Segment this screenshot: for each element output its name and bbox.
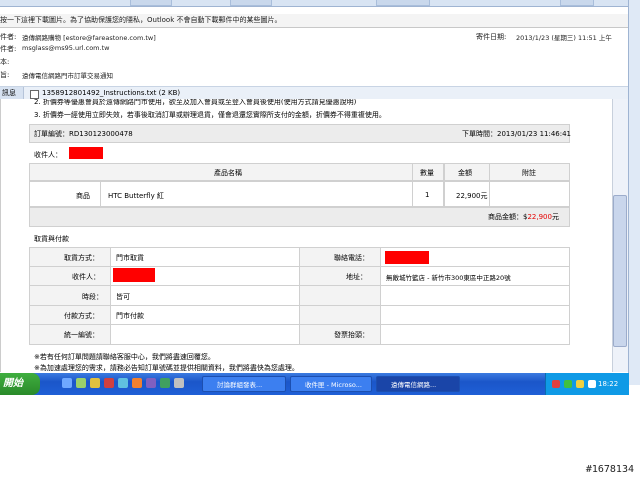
toolbar-tab[interactable] — [130, 0, 172, 6]
notice-line-2: 2. 折價券等優惠會員於遠傳網路門市使用，欲至及加入會員或至登入會員後使用(使用… — [34, 99, 357, 106]
sent-value: 2013/1/23 (星期三) 11:51 上午 — [516, 34, 612, 42]
window-edge — [628, 0, 640, 385]
to-value[interactable]: msglass@ms95.url.com.tw — [22, 44, 109, 52]
recipient-label: 收件人： — [34, 151, 62, 159]
total-unit: 元 — [551, 213, 559, 221]
toolbar-tab[interactable] — [560, 0, 594, 6]
file-icon — [30, 90, 39, 99]
address-label: 地址： — [346, 273, 367, 281]
method-label: 取貨方式： — [64, 254, 99, 262]
from-label: 件者: — [0, 33, 17, 41]
col-qty: 數量 — [420, 169, 434, 177]
col-product-name: 產品名稱 — [214, 169, 242, 177]
quicklaunch-icon[interactable] — [76, 378, 86, 388]
invoice-label: 發票抬頭： — [334, 331, 369, 339]
toolbar-strip — [0, 0, 640, 7]
image-download-infobar[interactable]: 按一下這裡下載圖片。為了協助保護您的隱私，Outlook 不會自動下載郵件中的某… — [0, 14, 630, 28]
toolbar-tab[interactable] — [376, 0, 430, 6]
order-number: 訂單編號：RD130123000478 — [34, 130, 133, 138]
taskbar-button-fareastone[interactable]: 遠傳電信網路... — [376, 376, 460, 392]
quicklaunch-icon[interactable] — [174, 378, 184, 388]
toolbar-tab[interactable] — [230, 0, 272, 6]
from-value[interactable]: 遠傳網路購物 [estore@fareastone.com.tw] — [22, 32, 156, 42]
redacted-recipient-2 — [113, 268, 155, 282]
notice-line-3: 3. 折價券一經使用立即失效，若事後取消訂單或辦理退貨，僅會退還您實際所支付的金… — [34, 111, 386, 119]
taskbar-button-forum[interactable]: 討論群組發表... — [202, 376, 286, 392]
pickup-section-title: 取貨與付款 — [34, 235, 69, 243]
period-label: 時段： — [82, 293, 103, 301]
footer-note: ※若有任何訂單問題請聯絡客服中心，我們將盡速回覆您。 — [34, 353, 215, 361]
quicklaunch-icon[interactable] — [118, 378, 128, 388]
subject-label: 旨: — [0, 71, 10, 79]
tray-icon[interactable] — [576, 380, 584, 388]
taskbar-button-inbox[interactable]: 收件匣 - Microso... — [290, 376, 372, 392]
volume-icon[interactable] — [588, 380, 596, 388]
redacted-phone — [385, 251, 429, 264]
clock[interactable]: 18:22 — [598, 373, 618, 395]
col-note: 附註 — [522, 169, 536, 177]
tray-icon[interactable] — [552, 380, 560, 388]
address-value: 無敵城竹籃店 - 新竹市300東區中正路20號 — [386, 274, 511, 282]
start-button[interactable]: 開始 — [0, 373, 40, 395]
period-value: 皆可 — [116, 293, 130, 301]
col-amount: 金額 — [458, 169, 472, 177]
to-label: 件者: — [0, 45, 17, 53]
folder-icon[interactable] — [90, 378, 100, 388]
tray-icon[interactable] — [564, 380, 572, 388]
redacted-recipient — [69, 147, 103, 159]
footer-note-2: ※為加速處理您的需求，請務必告知訂單號碼並提供相關資料，我們將盡快為您處理。 — [34, 364, 299, 372]
cc-label: 本: — [0, 58, 10, 66]
pickup-row-divider — [29, 305, 570, 325]
media-icon[interactable] — [104, 378, 114, 388]
recipient2-label: 收件人： — [72, 273, 100, 281]
sent-label: 寄件日期: — [476, 33, 507, 41]
watermark: #1678134 — [585, 464, 634, 475]
row-type-cell — [29, 181, 101, 207]
payment-label: 付款方式： — [64, 312, 99, 320]
payment-value: 門市付款 — [116, 312, 144, 320]
total-value: 22,900 — [527, 213, 552, 221]
total-label: 商品金額：$ — [488, 213, 528, 221]
ie-icon[interactable] — [62, 378, 72, 388]
row-amount: 22,900元 — [456, 192, 488, 200]
scrollbar-thumb[interactable] — [613, 195, 627, 347]
row-product-name: HTC Butterfly 紅 — [108, 192, 164, 200]
total-amount: 商品金額：$22,900元 — [488, 212, 559, 222]
quicklaunch-icon[interactable] — [146, 378, 156, 388]
quicklaunch-icon[interactable] — [132, 378, 142, 388]
subject-value: 遠傳電信網路門市訂單交易通知 — [22, 72, 113, 80]
method-value: 門市取貨 — [116, 254, 144, 262]
row-qty: 1 — [425, 191, 430, 199]
quicklaunch-icon[interactable] — [160, 378, 170, 388]
taxid-label: 統一編號： — [64, 331, 99, 339]
row-type: 商品 — [76, 192, 90, 200]
phone-label: 聯絡電話： — [334, 254, 369, 262]
order-time: 下單時間：2013/01/23 11:46:41 — [462, 130, 572, 138]
